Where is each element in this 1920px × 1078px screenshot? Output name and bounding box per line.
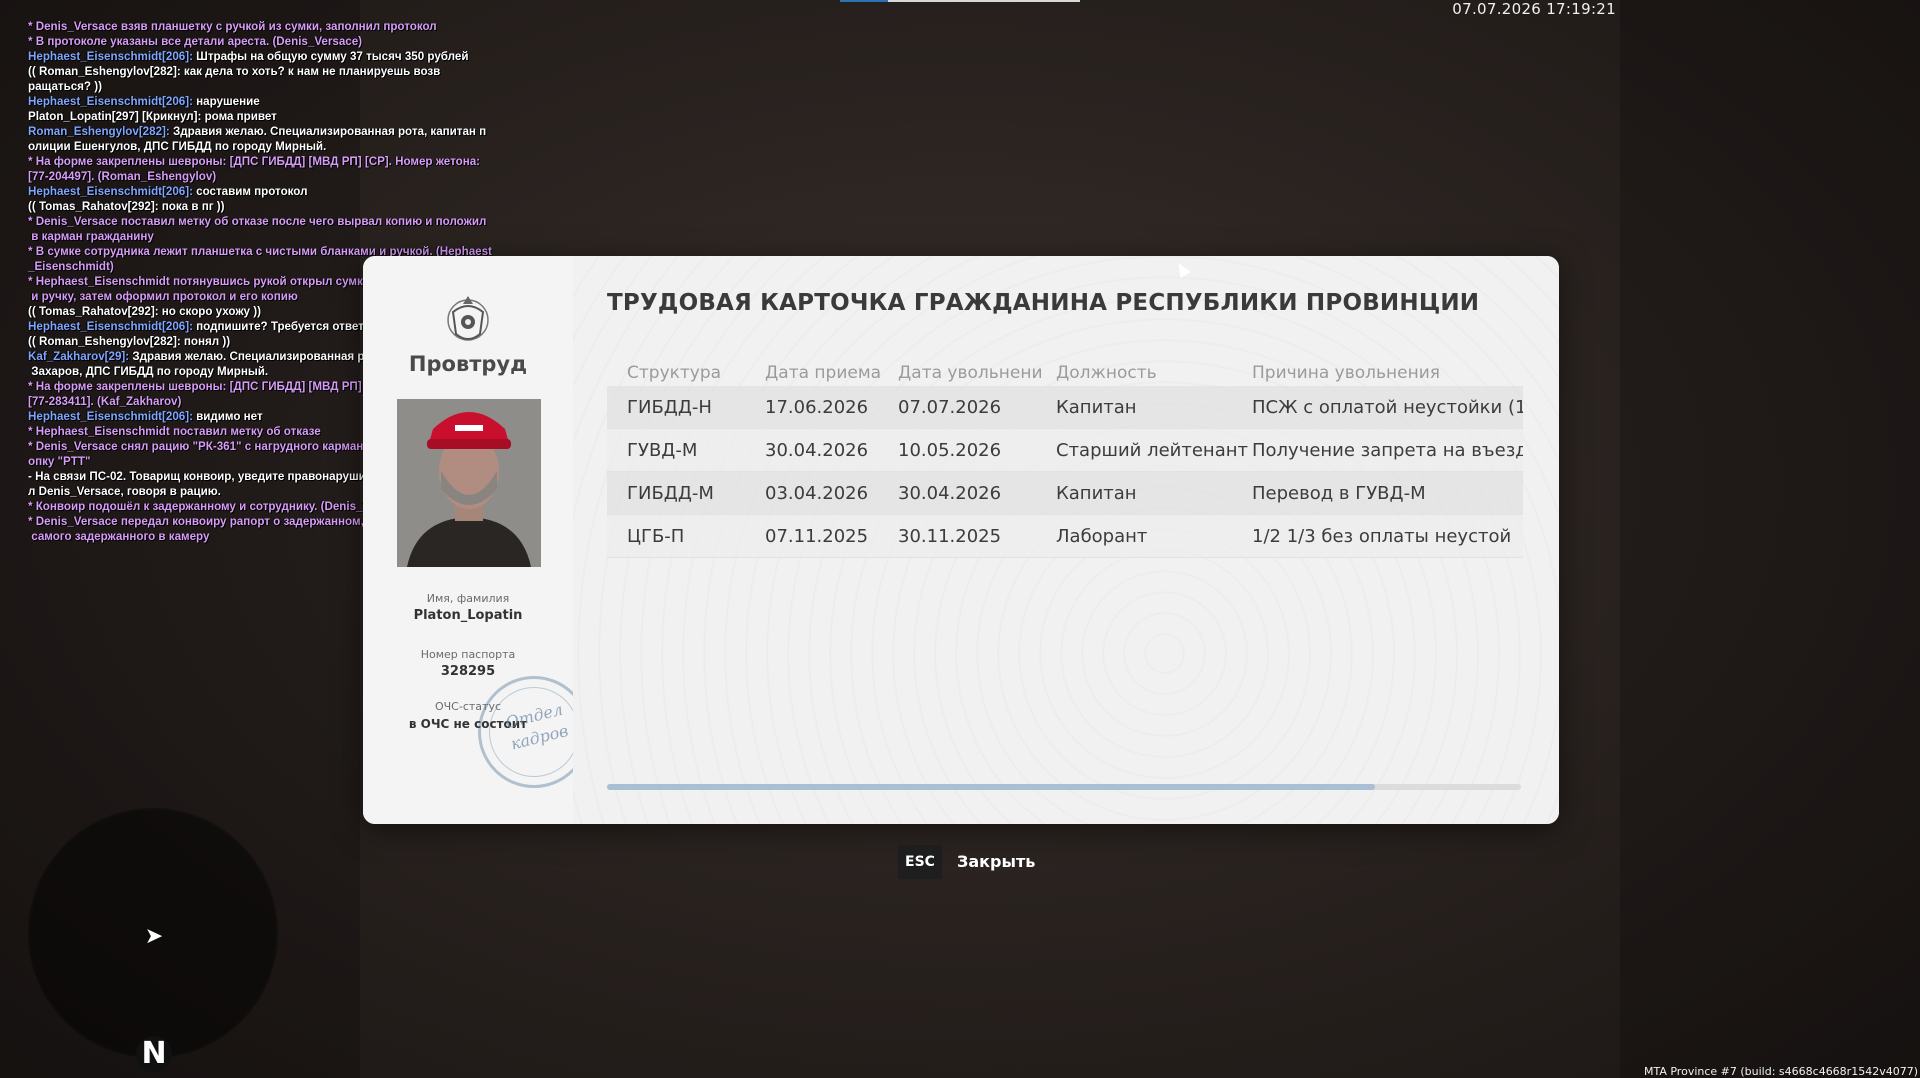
column-header: Причина увольнения [1252, 363, 1440, 383]
table-cell: ГИБДД-Н [627, 396, 712, 418]
chat-message: нарушение [192, 95, 260, 108]
table-cell: Получение запрета на въезд [1252, 439, 1523, 461]
citizen-photo [397, 399, 541, 567]
top-progress-white [888, 0, 1080, 2]
chat-sender: Hephaest_Eisenschmidt[206]: [28, 95, 193, 108]
chat-line: Hephaest_Eisenschmidt[206]: нарушение [28, 94, 508, 109]
chat-sender: Hephaest_Eisenschmidt[206]: [28, 410, 193, 423]
table-cell: 30.04.2026 [898, 482, 1002, 504]
name-value: Platon_Lopatin [413, 608, 523, 623]
chat-line: Hephaest_Eisenschmidt[206]: Штрафы на об… [28, 49, 508, 64]
chat-line: (( Tomas_Rahatov[292]: пока в пг )) [28, 200, 225, 213]
background-shadow [1620, 0, 1920, 1078]
table-row: ГУВД-М 30.04.2026 10.05.2026 Старший лейтен… [607, 429, 1523, 472]
chat-line: * На форме закреплены шевроны: [ДПС ГИБД… [28, 155, 481, 183]
datetime-display: 07.07.2026 17:19:21 [1452, 0, 1616, 18]
top-progress-blue [840, 0, 888, 2]
table-row: ГИБДД-Н 17.06.2026 07.07.2026 Капитан ПСЖ с … [607, 386, 1523, 429]
chat-line: * Denis_Versace взяв планшетку с ручкой … [28, 20, 437, 33]
card-title: ТРУДОВАЯ КАРТОЧКА ГРАЖДАНИНА РЕСПУБЛИКИ … [607, 290, 1480, 316]
chat-line: Roman_Eshengylov[282]: Здравия желаю. Сп… [28, 124, 508, 154]
table-header: Структура Дата приема Дата увольнени Должно… [607, 360, 1523, 386]
compass-north-icon: N [136, 1036, 172, 1072]
chat-message: Штрафы на общую сумму 37 тысяч 350 рубле… [192, 50, 469, 63]
table-cell: 07.07.2026 [898, 396, 1002, 418]
card-main: ТРУДОВАЯ КАРТОЧКА ГРАЖДАНИНА РЕСПУБЛИКИ … [573, 256, 1559, 824]
table-cell: ПСЖ с оплатой неустойки (1 [1252, 396, 1523, 418]
table-cell: 30.04.2026 [765, 439, 869, 461]
column-header: Дата увольнени [898, 363, 1043, 383]
chat-line: * Denis_Versace поставил метку об отказе… [28, 215, 487, 243]
scrollbar-thumb[interactable] [607, 784, 1375, 790]
build-info: MTA Province #7 (build: s4668c4668r1542v… [1643, 1065, 1918, 1078]
table-cell: 1/2 1/3 без оплаты неустой [1252, 525, 1512, 547]
table-row: ГИБДД-М 03.04.2026 30.04.2026 Капитан Перево… [607, 472, 1523, 515]
table-cell: 10.05.2026 [898, 439, 1002, 461]
table-cell: 30.11.2025 [898, 525, 1002, 547]
table-cell: Старший лейтенант [1056, 439, 1248, 461]
labor-card-modal: Провтруд Имя, фамилия Platon_Lopatin Ном… [363, 256, 1559, 824]
table-cell: ЦГБ-П [627, 525, 685, 547]
column-header: Дата приема [765, 363, 882, 383]
column-header: Должность [1056, 363, 1157, 383]
table-cell: 03.04.2026 [765, 482, 869, 504]
passport-label: Номер паспорта [420, 648, 516, 661]
chat-line: * В протоколе указаны все детали ареста.… [28, 35, 363, 48]
chat-sender: Roman_Eshengylov[282]: [28, 125, 170, 138]
table-cell: Капитан [1056, 396, 1137, 418]
horizontal-scrollbar[interactable] [607, 784, 1521, 790]
chat-message: составим протокол [192, 185, 308, 198]
name-label: Имя, фамилия [426, 592, 510, 605]
table-cell: ГИБДД-М [627, 482, 714, 504]
chat-sender: Kaf_Zakharov[29]: [28, 350, 130, 363]
table-cell: Лаборант [1056, 525, 1148, 547]
column-header: Структура [627, 363, 722, 383]
employment-table: Структура Дата приема Дата увольнени Должно… [607, 360, 1523, 558]
table-cell: ГУВД-М [627, 439, 698, 461]
card-sidebar: Провтруд Имя, фамилия Platon_Lopatin Ном… [363, 256, 590, 824]
chat-message: видимо нет [192, 410, 263, 423]
chat-sender: Hephaest_Eisenschmidt[206]: [28, 50, 193, 63]
table-cell: Перевод в ГУВД-М [1252, 482, 1426, 504]
player-arrow-icon: ➤ [144, 924, 164, 949]
esc-key-button[interactable]: ESC [898, 845, 942, 879]
coat-of-arms-icon [447, 296, 489, 341]
close-button[interactable]: Закрыть [957, 852, 1035, 871]
table-cell: Капитан [1056, 482, 1137, 504]
chat-line: Hephaest_Eisenschmidt[206]: составим про… [28, 184, 508, 199]
table-cell: 17.06.2026 [765, 396, 869, 418]
org-name: Провтруд [408, 352, 528, 376]
chat-line: (( Roman_Eshengylov[282]: как дела то хо… [28, 65, 441, 93]
table-row: ЦГБ-П 07.11.2025 30.11.2025 Лаборант 1/2 1/3… [607, 515, 1523, 558]
table-cell: 07.11.2025 [765, 525, 869, 547]
chat-sender: Hephaest_Eisenschmidt[206]: [28, 185, 193, 198]
chat-line: Platon_Lopatin[297] [Крикнул]: рома прив… [28, 110, 277, 123]
chat-sender: Hephaest_Eisenschmidt[206]: [28, 320, 193, 333]
